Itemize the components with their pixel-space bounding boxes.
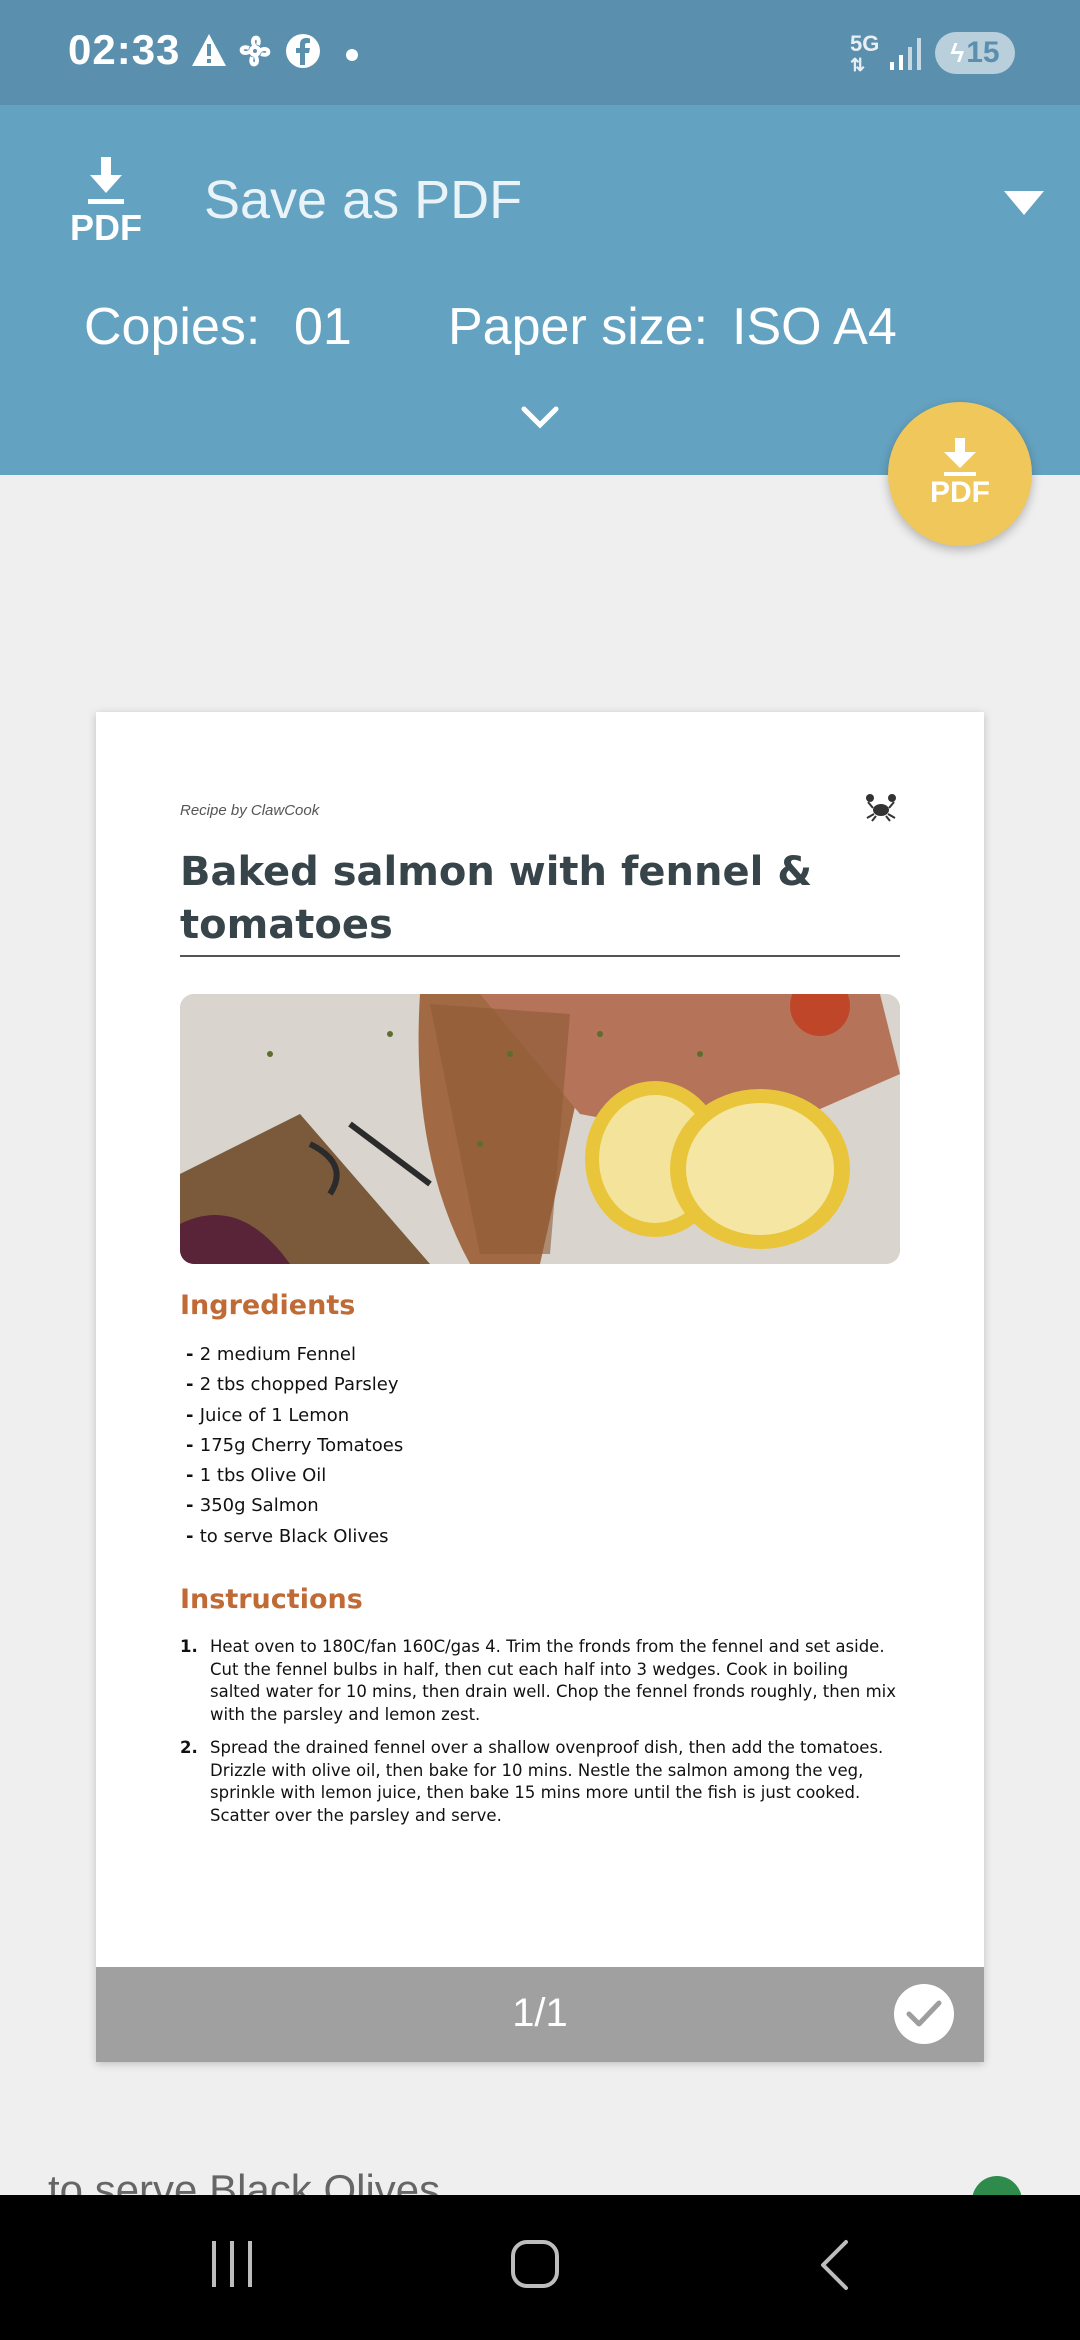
signal-icon	[890, 38, 924, 75]
paper-size-label: Paper size:	[448, 298, 709, 356]
status-bar: 02:33 5G ⇅ ϟ 15	[0, 0, 1080, 105]
battery-indicator: ϟ 15	[935, 32, 1015, 74]
instructions-list: 1. Heat oven to 180C/fan 160C/gas 4. Tri…	[180, 1636, 900, 1838]
salmon-photo	[180, 994, 900, 1264]
network-type: 5G ⇅	[850, 31, 880, 76]
pdf-download-icon: PDF	[68, 157, 144, 248]
navigation-bar	[0, 2195, 1080, 2340]
page-footer: 1/1	[96, 1967, 984, 2062]
charging-icon: ϟ	[950, 37, 965, 68]
page-select-checkbox[interactable]	[894, 1984, 954, 2044]
step-text: Heat oven to 180C/fan 160C/gas 4. Trim t…	[210, 1637, 897, 1724]
chevron-down-icon[interactable]	[520, 405, 560, 436]
ingredient-item: 1 tbs Olive Oil	[186, 1461, 403, 1491]
warning-icon	[190, 32, 228, 73]
recent-apps-icon[interactable]	[208, 2239, 256, 2294]
instructions-heading: Instructions	[180, 1584, 363, 1615]
title-divider	[180, 955, 900, 957]
step-number: 1.	[180, 1637, 198, 1656]
instruction-step: 2. Spread the drained fennel over a shal…	[180, 1737, 900, 1827]
crab-logo-icon	[864, 792, 898, 827]
fab-label: PDF	[930, 476, 990, 509]
recipe-byline: Recipe by ClawCook	[180, 802, 320, 819]
download-pdf-button[interactable]: PDF	[888, 402, 1032, 546]
ingredient-item: 175g Cherry Tomatoes	[186, 1431, 403, 1461]
print-preview-page[interactable]: Recipe by ClawCook Baked salmon with fen…	[96, 712, 984, 2062]
instruction-step: 1. Heat oven to 180C/fan 160C/gas 4. Tri…	[180, 1636, 900, 1726]
ingredients-list: 2 medium Fennel 2 tbs chopped Parsley Ju…	[186, 1340, 403, 1552]
recipe-title: Baked salmon with fennel & tomatoes	[180, 849, 813, 948]
back-icon[interactable]	[818, 2239, 850, 2296]
copies-value[interactable]: 01	[294, 297, 352, 357]
dot-icon	[346, 48, 358, 66]
paper-size-value[interactable]: ISO A4	[732, 297, 897, 357]
fan-icon	[236, 32, 274, 75]
ingredient-item: to serve Black Olives	[186, 1522, 403, 1552]
ingredients-heading: Ingredients	[180, 1290, 356, 1321]
status-time: 02:33	[68, 26, 181, 73]
facebook-icon	[284, 32, 322, 75]
ingredient-item: 350g Salmon	[186, 1491, 403, 1521]
pdf-logo-text: PDF	[70, 207, 142, 248]
step-text: Spread the drained fennel over a shallow…	[210, 1738, 884, 1825]
step-number: 2.	[180, 1738, 198, 1757]
page-indicator: 1/1	[512, 1991, 568, 2035]
ingredient-item: 2 tbs chopped Parsley	[186, 1370, 403, 1400]
home-icon[interactable]	[510, 2239, 560, 2294]
ingredient-item: Juice of 1 Lemon	[186, 1401, 403, 1431]
dropdown-arrow-icon[interactable]	[1004, 191, 1044, 220]
ingredient-item: 2 medium Fennel	[186, 1340, 403, 1370]
copies-label: Copies:	[84, 298, 261, 356]
printer-selector[interactable]: Save as PDF	[204, 169, 522, 231]
